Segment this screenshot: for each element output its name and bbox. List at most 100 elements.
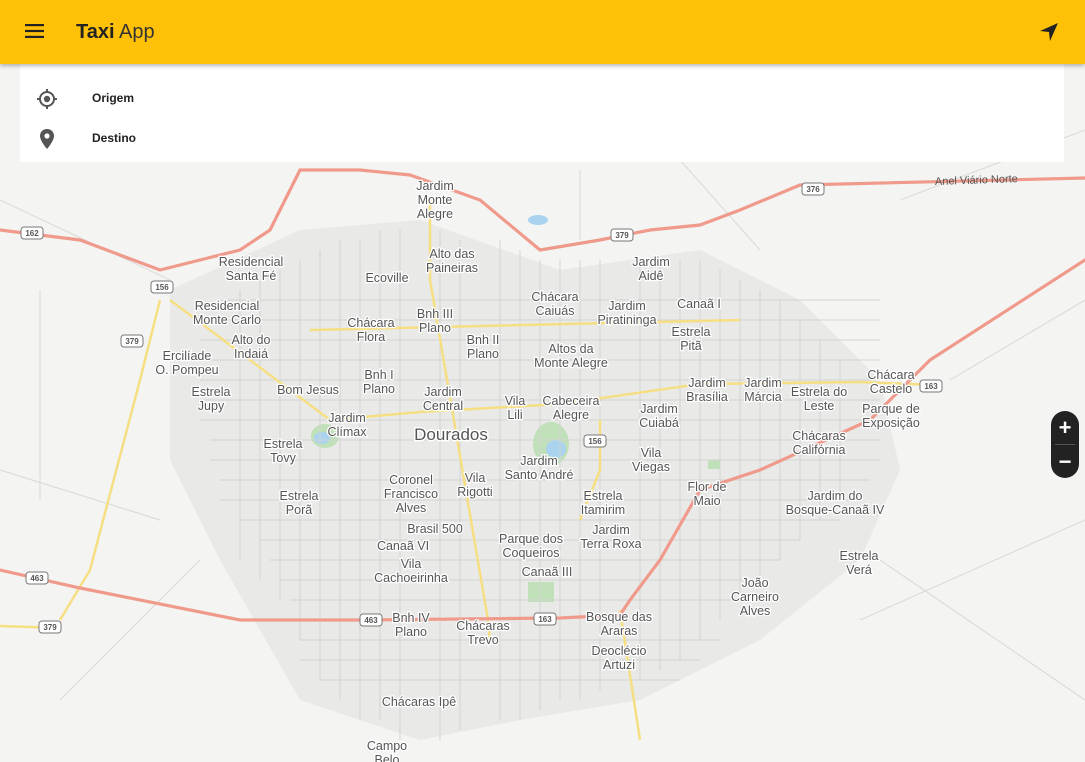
district-label-line: Jardim xyxy=(592,523,630,537)
district-label-line: Lili xyxy=(507,408,522,422)
district-label-line: Bnh II xyxy=(467,333,500,347)
district-label-line: Paineiras xyxy=(426,261,478,275)
district-label: Alto do Indaiá xyxy=(232,333,271,361)
district-label: Residencial Monte Carlo xyxy=(193,299,261,327)
city-label: Dourados xyxy=(414,425,488,444)
district-label-line: Chácara xyxy=(347,316,394,330)
district-label: Residencial Santa Fé xyxy=(219,255,284,283)
district-label: Chácaras Califórnia xyxy=(792,429,846,457)
route-shield: 463 xyxy=(359,613,383,627)
route-shield: 163 xyxy=(533,612,557,626)
district-label-line: Estrela xyxy=(584,489,623,503)
district-label: Bnh III Plano xyxy=(417,307,453,335)
route-shield: 156 xyxy=(583,434,607,448)
svg-text:379: 379 xyxy=(43,623,57,632)
district-label-line: Porã xyxy=(286,503,312,517)
map-pin-icon xyxy=(40,129,54,149)
district-label: Estrela Itamirim xyxy=(581,489,625,517)
lake-icon xyxy=(528,215,548,225)
district-label-line: Estrela xyxy=(264,437,303,451)
district-label-line: Jardim do xyxy=(808,489,863,503)
district-label-line: Bosque das xyxy=(586,610,652,624)
district-label-line: João xyxy=(741,576,768,590)
route-shield: 379 xyxy=(38,620,62,634)
district-label-line: Monte xyxy=(418,193,453,207)
menu-icon xyxy=(25,24,44,38)
svg-text:463: 463 xyxy=(30,574,44,583)
district-label-line: Estrela do xyxy=(791,385,847,399)
svg-text:156: 156 xyxy=(155,283,169,292)
district-label: Bnh II Plano xyxy=(467,333,500,361)
district-label-line: Plano xyxy=(467,347,499,361)
route-shield: 163 xyxy=(919,379,943,393)
district-label-line: Verá xyxy=(846,563,872,577)
district-label-line: Brasil 500 xyxy=(407,522,463,536)
route-shield: 162 xyxy=(20,226,44,240)
district-label-line: Castelo xyxy=(870,382,912,396)
district-label-line: Jardim xyxy=(640,402,678,416)
district-label: Jardim Márcia xyxy=(744,376,782,404)
district-label-line: Clímax xyxy=(328,425,368,439)
district-label-line: Estrela xyxy=(840,549,879,563)
svg-text:379: 379 xyxy=(615,231,629,240)
district-label-line: Belo xyxy=(374,753,399,762)
district-label-line: Exposição xyxy=(862,416,920,430)
district-label-line: Vila xyxy=(401,557,422,571)
navigate-button[interactable] xyxy=(1029,12,1069,52)
district-label-line: Indaiá xyxy=(234,347,268,361)
district-label-line: Flora xyxy=(357,330,386,344)
district-label-line: Chácara xyxy=(531,290,578,304)
district-label: Vila Lili xyxy=(505,394,526,422)
district-label-line: Coronel xyxy=(389,473,433,487)
district-label: Canaã III xyxy=(522,565,573,579)
district-label: Parque dos Coqueiros xyxy=(499,532,563,560)
district-label-line: Central xyxy=(423,399,463,413)
district-label-line: Residencial xyxy=(219,255,284,269)
menu-button[interactable] xyxy=(16,12,56,52)
svg-text:463: 463 xyxy=(364,616,378,625)
district-label-line: Vila xyxy=(641,446,662,460)
district-label-line: Aidê xyxy=(638,269,663,283)
district-label-line: Estrela xyxy=(192,385,231,399)
zoom-out-button[interactable]: − xyxy=(1051,445,1079,478)
route-shield: 376 xyxy=(801,182,825,196)
district-label: Jardim Cuiabá xyxy=(639,402,679,430)
district-label-line: Alto das xyxy=(429,247,474,261)
app-title-light: App xyxy=(119,21,155,43)
district-label: Chácaras Ipê xyxy=(382,695,456,709)
district-label-line: Caiuás xyxy=(536,304,575,318)
district-label-line: Monte Alegre xyxy=(534,356,608,370)
district-label-line: Piratininga xyxy=(597,313,656,327)
district-label-line: Califórnia xyxy=(793,443,846,457)
district-label-line: Bnh III xyxy=(417,307,453,321)
district-label-line: Flor de xyxy=(688,480,727,494)
route-shield: 463 xyxy=(25,571,49,585)
destination-field[interactable]: Destino xyxy=(20,118,1064,158)
district-label: Canaã I xyxy=(677,297,721,311)
district-label: Brasil 500 xyxy=(407,522,463,536)
district-label-line: Jardim xyxy=(424,385,462,399)
district-label-line: Bom Jesus xyxy=(277,383,339,397)
district-label-line: Maio xyxy=(693,494,720,508)
origin-field[interactable]: Origem xyxy=(20,78,1064,118)
district-label-line: Artuzi xyxy=(603,658,635,672)
district-label: Chácara Castelo xyxy=(867,368,914,396)
district-label: Jardim Brasília xyxy=(686,376,728,404)
district-label-line: Santo André xyxy=(505,468,574,482)
zoom-in-button[interactable]: + xyxy=(1051,411,1079,444)
district-label-line: Jardim xyxy=(328,411,366,425)
district-label-line: Canaã III xyxy=(522,565,573,579)
district-label: Parque de Exposição xyxy=(862,402,920,430)
district-label-line: Bnh IV xyxy=(392,611,430,625)
svg-text:163: 163 xyxy=(538,615,552,624)
district-label-line: Chácaras Ipê xyxy=(382,695,456,709)
district-label-line: Deoclécio xyxy=(592,644,647,658)
district-label-line: Araras xyxy=(601,624,638,638)
district-label: Bom Jesus xyxy=(277,383,339,397)
district-label-line: Viegas xyxy=(632,460,670,474)
district-label-line: Ecoville xyxy=(365,271,408,285)
park xyxy=(708,460,720,469)
district-label-line: Plano xyxy=(395,625,427,639)
district-label-line: Estrela xyxy=(280,489,319,503)
navigation-arrow-icon xyxy=(1040,23,1058,41)
